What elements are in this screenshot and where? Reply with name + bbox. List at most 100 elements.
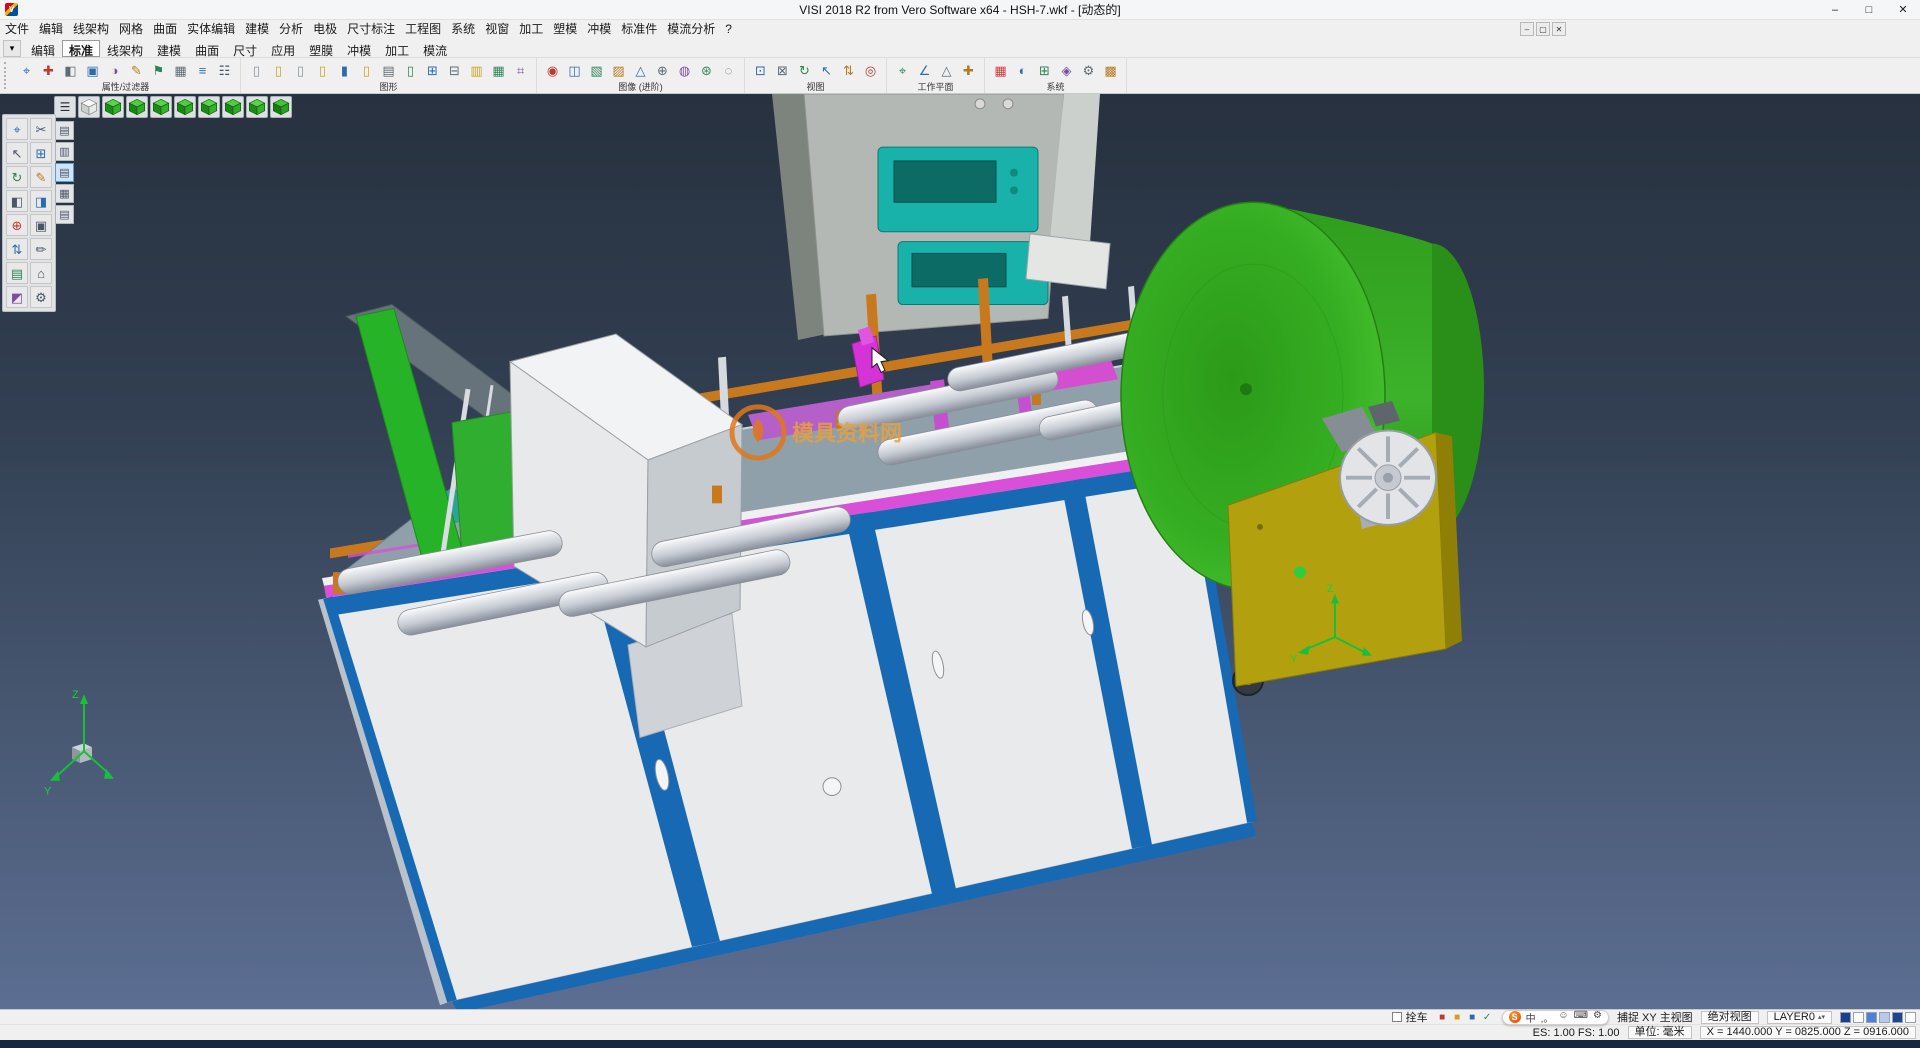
menu-item[interactable]: 工程图 xyxy=(400,20,446,39)
toolbar-icon-button[interactable]: ⊛ xyxy=(696,60,717,81)
left-tool-button[interactable]: ⊕ xyxy=(6,214,28,236)
left-tool-button[interactable]: ⚙ xyxy=(30,286,52,308)
toolbar-icon-button[interactable]: ▧ xyxy=(586,60,607,81)
toolbar-icon-button[interactable]: △ xyxy=(630,60,651,81)
toolbar-icon-button[interactable]: ◌ xyxy=(718,60,739,81)
toolbar-tab[interactable]: 曲面 xyxy=(188,40,226,57)
left-tool-button[interactable]: ✏ xyxy=(30,238,52,260)
ime-tool[interactable]: ⚙ xyxy=(1593,1010,1602,1025)
status-icon[interactable]: ✓ xyxy=(1481,1011,1494,1024)
toolbar-icon-button[interactable]: ◐ xyxy=(1012,60,1033,81)
menu-item[interactable]: 塑模 xyxy=(548,20,582,39)
left-tool-button[interactable]: ↻ xyxy=(6,166,28,188)
toolbar-icon-button[interactable]: ▦ xyxy=(990,60,1011,81)
toolbar-icon-button[interactable]: ◉ xyxy=(542,60,563,81)
color-swatch[interactable] xyxy=(1840,1012,1851,1023)
toolbar-icon-button[interactable]: ∠ xyxy=(914,60,935,81)
toolbar-icon-button[interactable]: ▦ xyxy=(488,60,509,81)
toolbar-icon-button[interactable]: ▯ xyxy=(356,60,377,81)
menu-item[interactable]: 尺寸标注 xyxy=(342,20,400,39)
toolbar-icon-button[interactable]: ✚ xyxy=(38,60,59,81)
menu-item[interactable]: 实体编辑 xyxy=(182,20,240,39)
toolbar-tab[interactable]: 加工 xyxy=(378,40,416,57)
mdi-minimize-button[interactable]: – xyxy=(1520,22,1534,36)
viewcube-view-button[interactable] xyxy=(270,96,292,118)
color-swatch[interactable] xyxy=(1905,1012,1916,1023)
menu-item[interactable]: 系统 xyxy=(446,20,480,39)
viewcube-menu-button[interactable]: ☰ xyxy=(54,96,76,118)
left-tool-button[interactable]: ✎ xyxy=(30,166,52,188)
minimize-button[interactable]: – xyxy=(1818,0,1852,19)
toolbar-icon-button[interactable]: ◈ xyxy=(1056,60,1077,81)
left-tool-button[interactable]: ↖ xyxy=(6,142,28,164)
status-icon[interactable]: ■ xyxy=(1436,1011,1449,1024)
toolbar-icon-button[interactable]: ▯ xyxy=(290,60,311,81)
toolbar-tab[interactable]: 应用 xyxy=(264,40,302,57)
left-tool-button[interactable]: ◩ xyxy=(6,286,28,308)
toolbar-icon-button[interactable]: ✎ xyxy=(126,60,147,81)
tabs-dropdown-button[interactable]: ▾ xyxy=(3,40,21,57)
toolbar-icon-button[interactable]: ⌗ xyxy=(510,60,531,81)
toolbar-tab[interactable]: 塑膜 xyxy=(302,40,340,57)
color-swatch[interactable] xyxy=(1853,1012,1864,1023)
menu-item[interactable]: 建模 xyxy=(240,20,274,39)
toolbar-tab[interactable]: 冲模 xyxy=(340,40,378,57)
menu-item[interactable]: 加工 xyxy=(514,20,548,39)
viewcube-view-button[interactable] xyxy=(150,96,172,118)
toolbar-icon-button[interactable]: ⊠ xyxy=(772,60,793,81)
menu-item[interactable]: 电极 xyxy=(308,20,342,39)
lock-checkbox[interactable] xyxy=(1392,1012,1402,1022)
status-icon[interactable]: ■ xyxy=(1451,1011,1464,1024)
left-tool-button[interactable]: ◨ xyxy=(30,190,52,212)
toolbar-icon-button[interactable]: ⊡ xyxy=(750,60,771,81)
toolbar-tab[interactable]: 尺寸 xyxy=(226,40,264,57)
toolbar-icon-button[interactable]: ▦ xyxy=(170,60,191,81)
toolbar-icon-button[interactable]: ▩ xyxy=(1100,60,1121,81)
viewcube-view-button[interactable] xyxy=(246,96,268,118)
toolbar-icon-button[interactable]: ◎ xyxy=(860,60,881,81)
menu-item[interactable]: 曲面 xyxy=(148,20,182,39)
menu-item[interactable]: 冲模 xyxy=(582,20,616,39)
toolbar-tab[interactable]: 编辑 xyxy=(24,40,62,57)
menu-item[interactable]: 编辑 xyxy=(34,20,68,39)
mdi-restore-button[interactable]: ▢ xyxy=(1536,22,1550,36)
viewcube-view-button[interactable] xyxy=(102,96,124,118)
toolbar-icon-button[interactable]: ⊞ xyxy=(422,60,443,81)
color-swatch[interactable] xyxy=(1866,1012,1877,1023)
toolbar-icon-button[interactable]: ≡ xyxy=(192,60,213,81)
toolbar-icon-button[interactable]: ✚ xyxy=(958,60,979,81)
color-swatch[interactable] xyxy=(1879,1012,1890,1023)
toolbar-icon-button[interactable]: ⚑ xyxy=(148,60,169,81)
toolbar-icon-button[interactable]: ↻ xyxy=(794,60,815,81)
toolbar-icon-button[interactable]: ◫ xyxy=(564,60,585,81)
viewcube-view-button[interactable] xyxy=(78,96,100,118)
lock-toggle[interactable]: 拴车 xyxy=(1392,1009,1428,1025)
toolbar-icon-button[interactable]: ⚙ xyxy=(1078,60,1099,81)
ime-tool[interactable]: ☺ xyxy=(1558,1010,1568,1025)
viewcube-view-button[interactable] xyxy=(126,96,148,118)
close-button[interactable]: ✕ xyxy=(1886,0,1920,19)
toolbar-icon-button[interactable]: ⊞ xyxy=(1034,60,1055,81)
left-tool-button[interactable]: ▣ xyxy=(30,214,52,236)
toolbar-icon-button[interactable]: ▯ xyxy=(400,60,421,81)
selection-mode-button[interactable]: ▥ xyxy=(55,142,74,161)
menu-item[interactable]: 网格 xyxy=(114,20,148,39)
left-tool-button[interactable]: ⌖ xyxy=(6,118,28,140)
toolbar-icon-button[interactable]: ▥ xyxy=(466,60,487,81)
menu-item[interactable]: 分析 xyxy=(274,20,308,39)
absolute-view-field[interactable]: 绝对视图 xyxy=(1701,1011,1759,1024)
selection-mode-button[interactable]: ▦ xyxy=(55,184,74,203)
menu-item[interactable]: ? xyxy=(720,20,737,39)
toolbar-tab[interactable]: 线架构 xyxy=(100,40,150,57)
toolbar-grip[interactable] xyxy=(4,62,9,89)
toolbar-icon-button[interactable]: ☷ xyxy=(214,60,235,81)
toolbar-tab[interactable]: 标准 xyxy=(62,40,100,57)
viewcube-view-button[interactable] xyxy=(222,96,244,118)
toolbar-icon-button[interactable]: ▤ xyxy=(378,60,399,81)
left-tool-button[interactable]: ▤ xyxy=(6,262,28,284)
color-swatch[interactable] xyxy=(1892,1012,1903,1023)
menu-item[interactable]: 文件 xyxy=(0,20,34,39)
status-icon[interactable]: ■ xyxy=(1466,1011,1479,1024)
viewcube-view-button[interactable] xyxy=(174,96,196,118)
toolbar-icon-button[interactable]: ⊟ xyxy=(444,60,465,81)
